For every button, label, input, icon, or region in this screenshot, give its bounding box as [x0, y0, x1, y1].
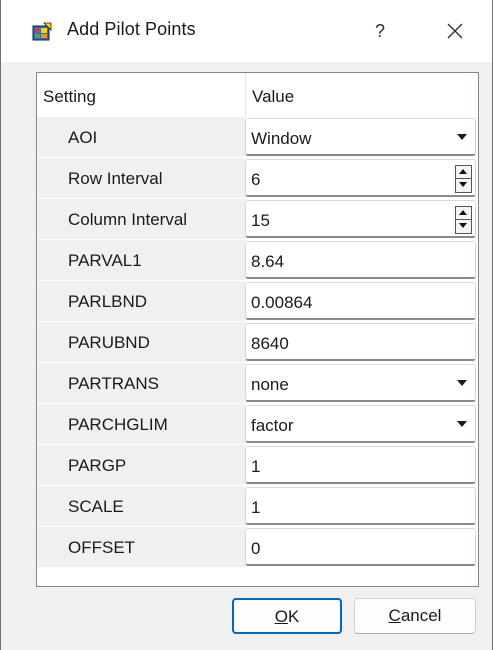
spin-buttons — [455, 206, 472, 234]
setting-label: PARUBND — [68, 333, 150, 352]
value-input[interactable]: 0 — [245, 528, 476, 566]
window-title: Add Pilot Points — [67, 19, 196, 39]
value-text: 1 — [251, 498, 261, 517]
setting-label: SCALE — [68, 497, 124, 516]
table-row: Column Interval 15 — [37, 199, 478, 240]
table-row: PARVAL1 8.64 — [37, 240, 478, 281]
setting-label: Row Interval — [68, 169, 163, 188]
setting-label: Column Interval — [68, 210, 188, 229]
close-icon[interactable] — [439, 15, 471, 47]
title-bar[interactable]: Add Pilot Points ? — [1, 0, 492, 62]
value-text: none — [251, 375, 289, 394]
value-input[interactable]: 1 — [245, 487, 476, 525]
table-row: PARTRANS none — [37, 363, 478, 404]
app-icon — [32, 22, 52, 41]
setting-cell: PARCHGLIM — [37, 404, 245, 445]
cancel-mnemonic: C — [388, 606, 401, 625]
value-text: 8.64 — [251, 252, 285, 271]
value-dropdown[interactable]: none — [245, 364, 476, 402]
setting-label: PARVAL1 — [68, 251, 142, 270]
value-text: 1 — [251, 457, 261, 476]
setting-label: PARTRANS — [68, 374, 160, 393]
settings-table: Setting Value AOI Window Row Interval 6 Colu… — [36, 72, 479, 587]
value-input[interactable]: 1 — [245, 446, 476, 484]
table-row: PARLBND 0.00864 — [37, 281, 478, 322]
dropdown-arrow-icon[interactable] — [457, 421, 467, 427]
value-input[interactable]: 8.64 — [245, 241, 476, 279]
value-text: 6 — [251, 170, 261, 189]
setting-label: PARGP — [68, 456, 127, 475]
spin-down-icon[interactable] — [456, 220, 471, 233]
value-spinbox[interactable]: 15 — [245, 200, 476, 238]
table-row: OFFSET 0 — [37, 527, 478, 568]
setting-cell: PARLBND — [37, 281, 245, 322]
setting-cell: SCALE — [37, 486, 245, 527]
value-text: 15 — [251, 211, 270, 230]
ok-button[interactable]: OK — [232, 598, 342, 634]
help-button[interactable]: ? — [369, 15, 391, 47]
value-text: Window — [251, 129, 312, 148]
setting-cell: OFFSET — [37, 527, 245, 568]
ok-mnemonic: O — [274, 607, 288, 626]
value-spinbox[interactable]: 6 — [245, 159, 476, 197]
add-pilot-points-dialog: Add Pilot Points ? Setting Value AOI Wind… — [0, 0, 493, 650]
table-row: AOI Window — [37, 117, 478, 158]
value-text: 8640 — [251, 334, 289, 353]
value-cell: 1 — [245, 445, 478, 486]
setting-label: PARLBND — [68, 292, 148, 311]
column-header-setting[interactable]: Setting — [43, 87, 96, 107]
spin-buttons — [455, 165, 472, 193]
table-row: PARCHGLIM factor — [37, 404, 478, 445]
setting-cell: PARTRANS — [37, 363, 245, 404]
setting-cell: Row Interval — [37, 158, 245, 199]
dropdown-arrow-icon[interactable] — [457, 134, 467, 140]
table-row: PARGP 1 — [37, 445, 478, 486]
value-text: 0.00864 — [251, 293, 313, 312]
value-cell: 8640 — [245, 322, 478, 363]
setting-cell: PARVAL1 — [37, 240, 245, 281]
setting-label: OFFSET — [68, 538, 136, 557]
setting-cell: AOI — [37, 117, 245, 158]
value-cell: 0.00864 — [245, 281, 478, 322]
value-dropdown[interactable]: Window — [245, 118, 476, 156]
value-text: factor — [251, 416, 294, 435]
value-cell: none — [245, 363, 478, 404]
table-row: PARUBND 8640 — [37, 322, 478, 363]
setting-cell: PARUBND — [37, 322, 245, 363]
spin-down-icon[interactable] — [456, 179, 471, 192]
setting-cell: Column Interval — [37, 199, 245, 240]
value-cell: 1 — [245, 486, 478, 527]
table-header: Setting Value — [37, 73, 478, 117]
value-dropdown[interactable]: factor — [245, 405, 476, 443]
table-row: SCALE 1 — [37, 486, 478, 527]
table-row: Row Interval 6 — [37, 158, 478, 199]
value-cell: Window — [245, 117, 478, 158]
column-header-value[interactable]: Value — [252, 87, 294, 107]
spin-up-icon[interactable] — [456, 207, 471, 220]
value-cell: factor — [245, 404, 478, 445]
value-cell: 0 — [245, 527, 478, 568]
cancel-button[interactable]: Cancel — [354, 598, 476, 634]
value-text: 0 — [251, 539, 261, 558]
spin-up-icon[interactable] — [456, 166, 471, 179]
setting-cell: PARGP — [37, 445, 245, 486]
ok-label: K — [287, 607, 300, 626]
column-divider[interactable] — [245, 73, 246, 117]
value-input[interactable]: 0.00864 — [245, 282, 476, 320]
value-cell: 8.64 — [245, 240, 478, 281]
value-cell: 15 — [245, 199, 478, 240]
value-input[interactable]: 8640 — [245, 323, 476, 361]
setting-label: PARCHGLIM — [68, 415, 168, 434]
setting-label: AOI — [68, 128, 98, 147]
cancel-label: ancel — [400, 606, 442, 625]
value-cell: 6 — [245, 158, 478, 199]
dropdown-arrow-icon[interactable] — [457, 380, 467, 386]
